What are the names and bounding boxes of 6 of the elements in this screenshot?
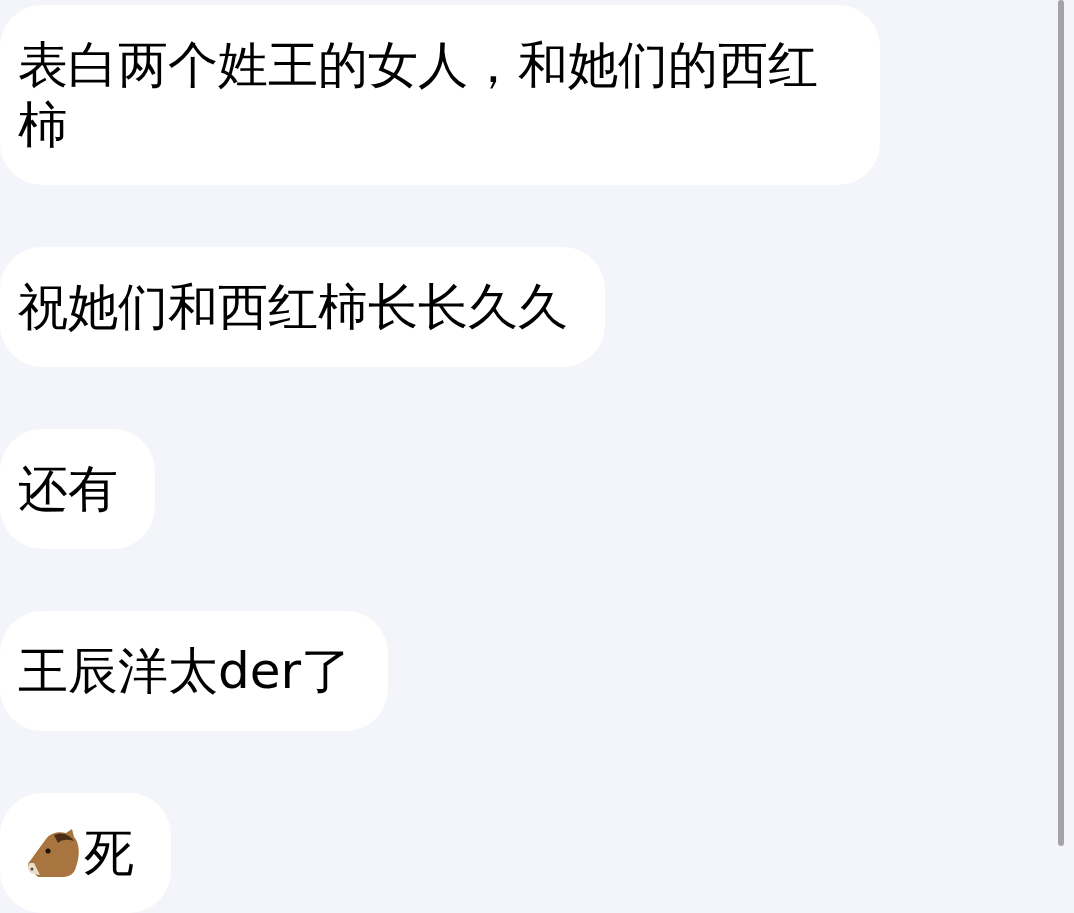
message-bubble: 还有 <box>0 429 155 549</box>
message-bubble: 表白两个姓王的女人，和她们的西红柿 <box>0 5 880 185</box>
message-bubble: 祝她们和西红柿长长久久 <box>0 247 605 367</box>
message-text: 死 <box>84 823 134 883</box>
scrollbar[interactable] <box>1058 0 1064 846</box>
message-bubble: 王辰洋太der了 <box>0 611 389 731</box>
